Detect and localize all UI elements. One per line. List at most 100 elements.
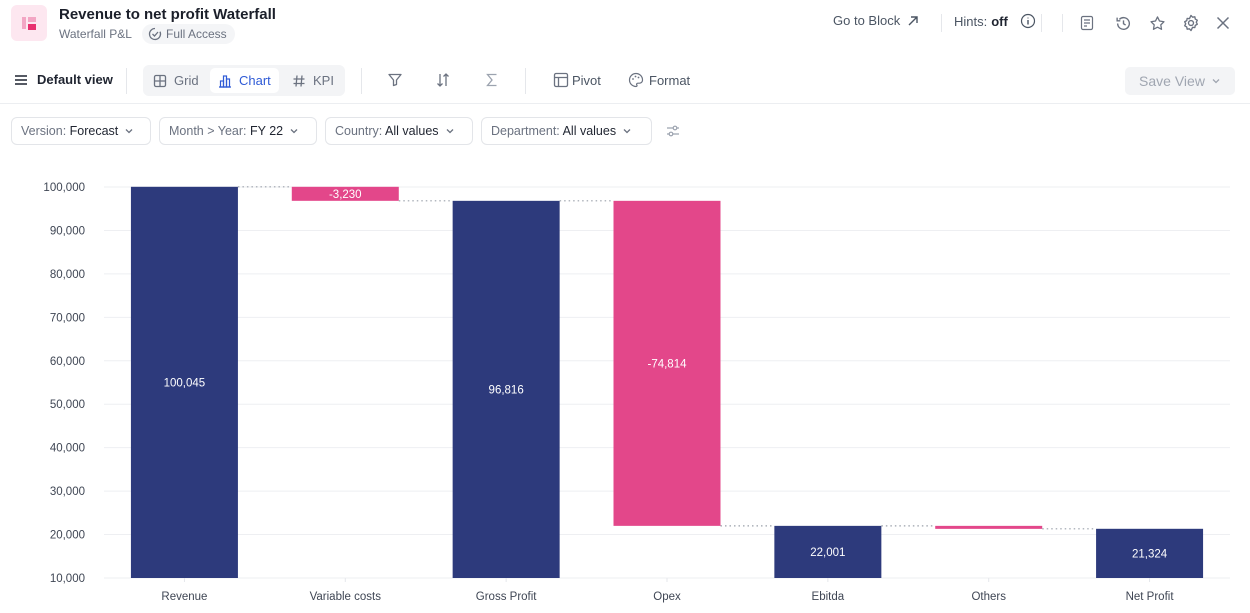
y-tick-label: 90,000 [50, 225, 85, 237]
filter-label: Department: [491, 124, 560, 138]
filter-value: Forecast [69, 124, 119, 138]
bar-chart-icon [219, 74, 231, 88]
x-tick-label: Revenue [161, 591, 207, 603]
grid-icon [153, 74, 167, 87]
filter-version[interactable]: Version: Forecast [11, 117, 151, 145]
divider [941, 14, 942, 32]
format-button[interactable]: Format [628, 72, 690, 88]
data-label: -3,230 [329, 189, 362, 201]
filter-label: Month > Year: [169, 124, 247, 138]
filter-department[interactable]: Department: All values [481, 117, 652, 145]
sliders-icon [667, 125, 679, 137]
tab-chart[interactable]: Chart [210, 68, 279, 93]
chart-canvas: 10,000 20,000 30,000 40,000 50,000 60,000 70,0… [43, 182, 1230, 603]
go-to-block-link[interactable]: Go to Block [833, 13, 920, 28]
hints-toggle[interactable]: Hints: off [954, 13, 1036, 29]
page-title: Revenue to net profit Waterfall [59, 6, 276, 23]
tab-grid-label: Grid [174, 73, 199, 88]
block-subtitle[interactable]: Waterfall P&L [59, 27, 132, 41]
waterfall-chart: 10,000 20,000 30,000 40,000 50,000 60,000 70,0… [0, 160, 1250, 608]
chevron-down-icon [125, 129, 133, 134]
y-tick-label: 50,000 [50, 399, 85, 411]
filter-label: Version: [21, 124, 67, 138]
shield-check-icon [148, 27, 162, 41]
x-tick-label: Ebitda [812, 591, 845, 603]
aggregate-button[interactable] [484, 72, 500, 88]
divider [525, 68, 526, 94]
history-icon [1115, 16, 1130, 30]
divider [361, 68, 362, 94]
go-to-block-label: Go to Block [833, 13, 901, 28]
tab-chart-label: Chart [239, 73, 271, 88]
x-tick-label: Gross Profit [476, 591, 538, 603]
divider [1041, 14, 1042, 32]
hints-label: Hints: [954, 13, 988, 29]
filter-country[interactable]: Country: All values [325, 117, 473, 145]
data-label: 100,045 [164, 377, 206, 389]
access-badge[interactable]: Full Access [142, 24, 235, 44]
sort-button[interactable] [435, 72, 451, 88]
tab-kpi[interactable]: KPI [284, 68, 342, 93]
filter-label: Country: [335, 124, 383, 138]
pivot-button[interactable]: Pivot [553, 72, 601, 88]
favorite-button[interactable] [1147, 13, 1167, 33]
filter-value: All values [562, 124, 617, 138]
x-tick-label: Net Profit [1126, 591, 1175, 603]
y-tick-label: 100,000 [43, 182, 85, 194]
view-type-switch: Grid Chart KPI [143, 65, 345, 96]
data-label: 96,816 [489, 384, 524, 396]
tab-grid[interactable]: Grid [145, 68, 207, 93]
toolbar: Default view Grid Chart KPI Pivot Format… [0, 58, 1250, 104]
save-view-label: Save View [1139, 73, 1205, 89]
data-label: 21,324 [1132, 548, 1168, 560]
y-tick-label: 30,000 [50, 486, 85, 498]
filter-month-year[interactable]: Month > Year: FY 22 [159, 117, 317, 145]
info-icon[interactable] [1020, 13, 1036, 29]
notes-button[interactable] [1077, 13, 1097, 33]
document-icon [1080, 15, 1094, 31]
view-label: Default view [37, 72, 113, 87]
y-tick-label: 10,000 [50, 573, 85, 585]
x-tick-label: Variable costs [310, 591, 382, 603]
sigma-icon [486, 73, 497, 87]
view-selector[interactable]: Default view [14, 72, 113, 87]
data-label: 22,001 [810, 547, 845, 559]
tab-kpi-label: KPI [313, 73, 334, 88]
header: Revenue to net profit Waterfall Waterfal… [0, 0, 1250, 50]
chevron-down-icon [623, 129, 631, 134]
divider [126, 68, 127, 94]
close-button[interactable] [1213, 13, 1233, 33]
menu-icon [15, 74, 27, 85]
filter-value: All values [385, 124, 439, 138]
y-tick-label: 40,000 [50, 443, 85, 455]
chevron-down-icon [290, 129, 298, 134]
settings-button[interactable] [1181, 13, 1201, 33]
data-label: -74,814 [647, 358, 687, 370]
x-tick-label: Opex [653, 591, 681, 603]
star-icon [1149, 15, 1165, 30]
save-view-button[interactable]: Save View [1125, 67, 1235, 95]
hash-icon [293, 74, 305, 87]
chevron-down-icon [446, 129, 454, 134]
x-tick-label: Others [971, 591, 1006, 603]
bar-others [935, 525, 1043, 529]
filter-value: FY 22 [249, 124, 284, 138]
arrow-up-right-icon [908, 15, 918, 25]
close-icon [1216, 16, 1230, 30]
filter-button[interactable] [387, 72, 403, 88]
chevron-down-icon [1212, 79, 1220, 84]
y-tick-label: 20,000 [50, 530, 85, 542]
y-tick-label: 80,000 [50, 269, 85, 281]
pivot-table-icon [553, 72, 569, 88]
pivot-label: Pivot [572, 72, 601, 88]
y-tick-label: 70,000 [50, 312, 85, 324]
divider [1062, 14, 1063, 32]
history-button[interactable] [1113, 13, 1133, 33]
filter-settings-button[interactable] [665, 123, 681, 144]
y-tick-label: 60,000 [50, 356, 85, 368]
block-logo-icon [11, 5, 47, 41]
hints-value: off [991, 13, 1008, 29]
gear-icon [1184, 14, 1198, 32]
palette-icon [628, 72, 644, 88]
filter-icon [388, 73, 402, 87]
